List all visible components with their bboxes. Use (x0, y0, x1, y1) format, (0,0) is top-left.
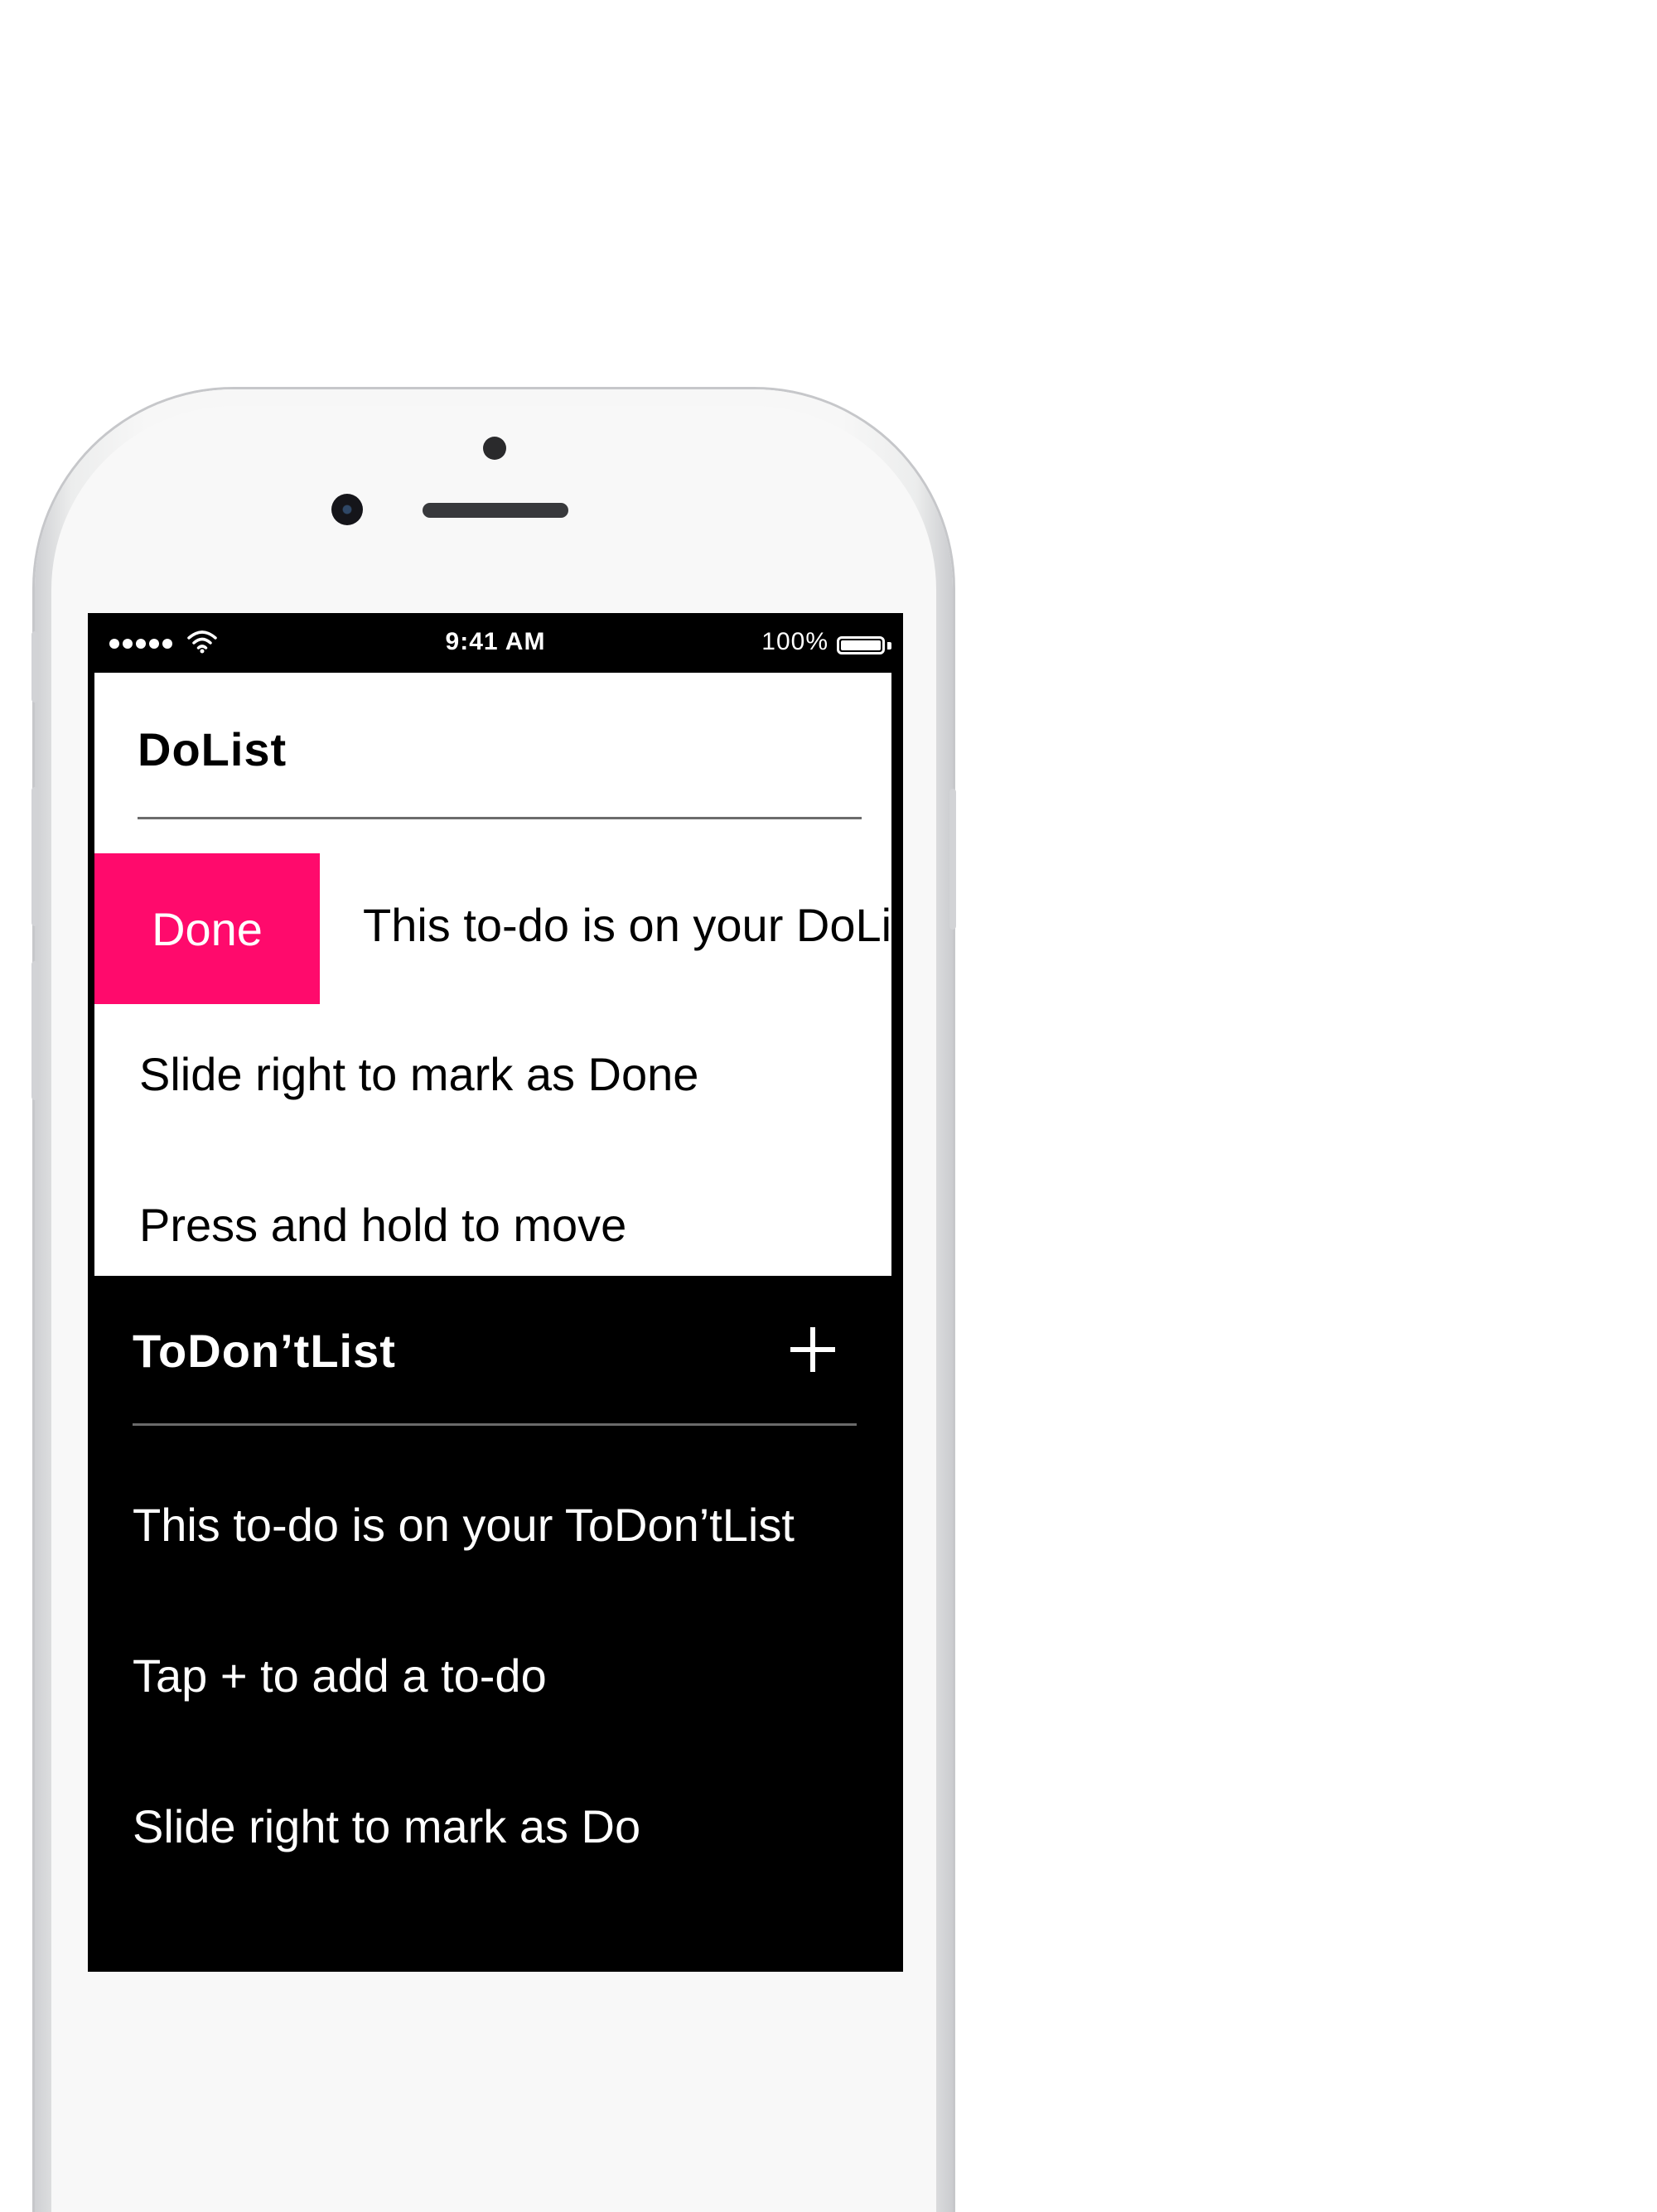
earpiece-speaker (423, 503, 568, 518)
proximity-sensor (483, 437, 506, 460)
done-swipe-label: Done (152, 902, 263, 955)
volume-up-button (31, 787, 38, 926)
do-list-title: DoList (138, 723, 287, 775)
dont-list-title: ToDon’tList (133, 1325, 396, 1377)
battery-tip (887, 642, 891, 650)
battery-icon (837, 636, 885, 654)
mute-switch (31, 631, 38, 703)
dont-list-divider (133, 1423, 857, 1426)
do-list-section: DoList Done This to-do is on your DoList… (94, 673, 891, 1276)
dont-list-item[interactable]: Slide right to mark as Do (133, 1799, 640, 1853)
dont-list-item[interactable]: This to-do is on your ToDon’tList (133, 1498, 795, 1552)
dont-list-section: ToDon’tList This to-do is on your ToDon’… (88, 1276, 903, 1972)
do-list-item[interactable]: This to-do is on your DoList (363, 898, 891, 952)
front-camera (331, 494, 363, 525)
battery-percentage: 100% (761, 628, 828, 655)
power-button (949, 789, 956, 930)
do-list-divider (138, 817, 862, 819)
done-swipe-button[interactable]: Done (94, 853, 320, 1004)
phone-screen: 9:41 AM 100% DoList Done This to-do is o… (88, 613, 903, 1972)
plus-icon[interactable] (784, 1321, 842, 1379)
volume-down-button (31, 961, 38, 1100)
do-list-item[interactable]: Press and hold to move (139, 1198, 626, 1252)
dont-list-item[interactable]: Tap + to add a to-do (133, 1649, 547, 1702)
do-list-item[interactable]: Slide right to mark as Done (139, 1047, 698, 1101)
status-bar: 9:41 AM 100% (88, 613, 903, 673)
